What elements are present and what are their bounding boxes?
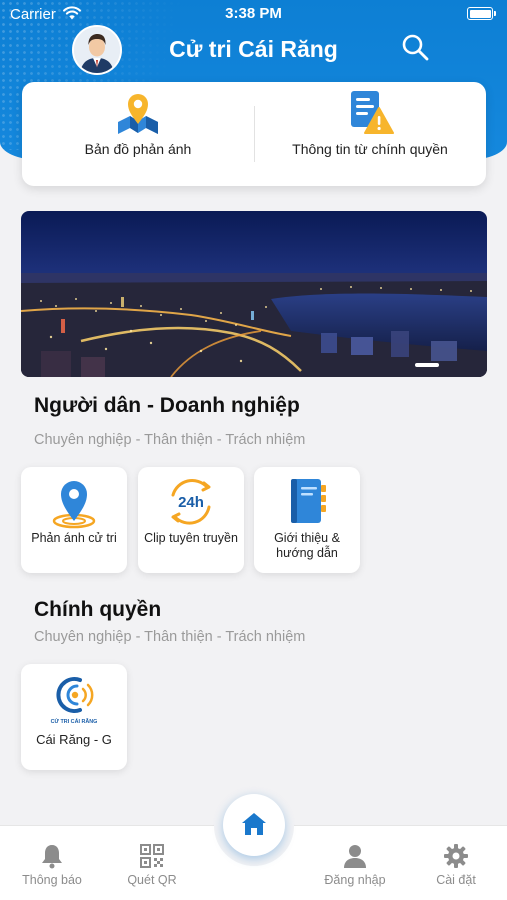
tab-settings-label: Cài đặt: [436, 873, 476, 887]
tile-propaganda-clips[interactable]: 24h Clip tuyên truyền: [138, 467, 244, 573]
tile-cai-rang-government[interactable]: CỬ TRI CÁI RĂNG Cái Răng - G: [21, 664, 127, 770]
battery-icon: [467, 7, 496, 20]
location-icon: [52, 481, 96, 529]
book-icon: [291, 479, 326, 523]
quick-actions-card: Bản đồ phản ánh Thông tin từ chính quyền: [22, 82, 486, 186]
status-bar: Carrier 3:38 PM: [0, 0, 507, 28]
search-icon[interactable]: [400, 32, 430, 62]
cu-tri-cai-rang-logo: CỬ TRI CÁI RĂNG: [51, 677, 98, 725]
home-button[interactable]: [223, 794, 285, 856]
map-feedback-label: Bản đồ phản ánh: [84, 141, 192, 157]
tile-voter-feedback[interactable]: Phản ánh cử tri: [21, 467, 127, 573]
tile-propaganda-clips-label: Clip tuyên truyền: [144, 531, 238, 545]
government-info-label: Thông tin từ chính quyền: [292, 141, 448, 157]
svg-text:CỬ TRI CÁI RĂNG: CỬ TRI CÁI RĂNG: [51, 718, 98, 725]
carousel-indicator: [415, 363, 439, 367]
tab-scan-qr-label: Quét QR: [127, 873, 177, 887]
tab-login-label: Đăng nhập: [324, 873, 386, 887]
tile-intro-guide[interactable]: Giới thiệu & hướng dẫn: [254, 467, 360, 573]
tab-notifications-label: Thông báo: [22, 873, 82, 887]
document-warning-icon: [351, 91, 394, 134]
home-icon: [242, 813, 266, 835]
map-pin-icon: [118, 94, 158, 134]
government-info-button[interactable]: Thông tin từ chính quyền: [254, 82, 486, 186]
person-icon: [344, 845, 366, 868]
banner-carousel[interactable]: [21, 211, 487, 377]
citizen-section-subtitle: Chuyên nghiệp - Thân thiện - Trách nhiệm: [34, 432, 306, 448]
tile-cai-rang-government-label: Cái Răng - G: [36, 732, 112, 747]
gear-icon: [444, 844, 468, 868]
tab-login[interactable]: Đăng nhập: [310, 826, 400, 900]
bell-icon: [42, 845, 62, 869]
government-section-title: Chính quyền: [34, 598, 162, 621]
map-feedback-button[interactable]: Bản đồ phản ánh: [22, 82, 254, 186]
app-title: Cử tri Cái Răng: [169, 36, 338, 62]
status-time: 3:38 PM: [225, 5, 282, 22]
tab-scan-qr[interactable]: Quét QR: [107, 826, 197, 900]
tab-settings[interactable]: Cài đặt: [411, 826, 501, 900]
citizen-section-title: Người dân - Doanh nghiệp: [34, 394, 300, 417]
city-night-photo: [21, 273, 487, 377]
24h-icon: 24h: [171, 479, 211, 525]
tile-intro-guide-label: Giới thiệu & hướng dẫn: [274, 531, 340, 560]
qr-icon: [140, 844, 164, 868]
government-section-subtitle: Chuyên nghiệp - Thân thiện - Trách nhiệm: [34, 629, 306, 645]
tab-notifications[interactable]: Thông báo: [7, 826, 97, 900]
tile-voter-feedback-label: Phản ánh cử tri: [31, 531, 117, 545]
svg-text:24h: 24h: [178, 494, 204, 511]
